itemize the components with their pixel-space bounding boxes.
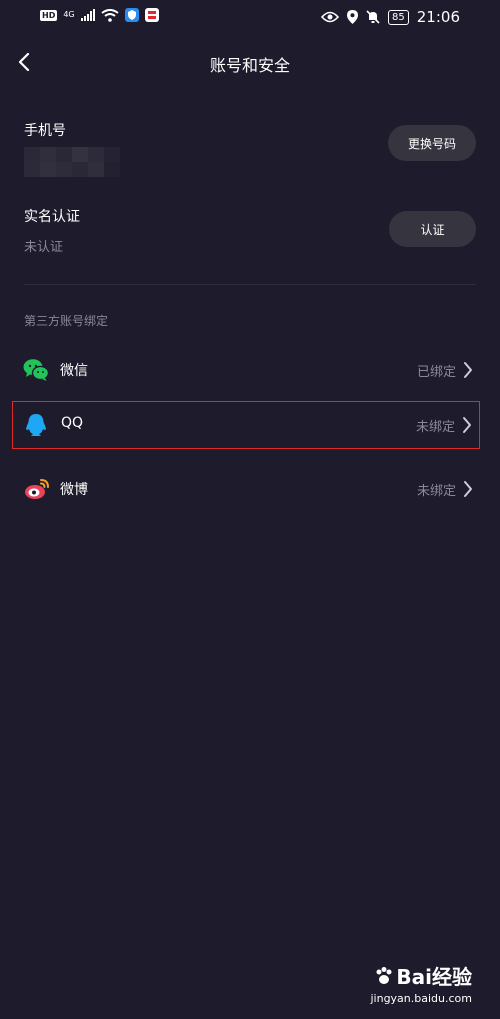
watermark-url: jingyan.baidu.com — [370, 992, 472, 1005]
wifi-icon — [101, 8, 119, 22]
nav-header: 账号和安全 — [0, 40, 500, 84]
signal-icon — [80, 9, 95, 21]
news-app-icon — [144, 8, 159, 22]
network-type: 4G — [63, 10, 75, 19]
bind-name-wechat: 微信 — [60, 363, 88, 379]
battery-indicator: 85 — [388, 9, 409, 25]
location-icon — [347, 10, 359, 24]
account-security-screen: HD 4G 85 21:06 账号和安全 手机号 更换号码 实名认证 未认证 认… — [0, 0, 500, 1019]
eye-icon — [321, 11, 340, 23]
status-right: 85 21:06 — [321, 8, 460, 26]
bind-status-weibo: 未绑定 — [416, 484, 456, 499]
real-name-label: 实名认证 — [24, 209, 80, 225]
bind-status-wechat: 已绑定 — [416, 365, 456, 380]
qq-icon — [26, 414, 46, 436]
paw-icon — [376, 966, 392, 984]
status-left: HD 4G — [40, 8, 159, 22]
bind-row-weibo[interactable]: 微博 未绑定 — [12, 465, 480, 513]
bind-name-weibo: 微博 — [60, 482, 88, 498]
status-bar: HD 4G 85 21:06 — [0, 0, 500, 36]
chevron-right-icon — [463, 417, 471, 433]
wechat-icon — [23, 359, 49, 381]
real-name-status: 未认证 — [24, 240, 64, 255]
bind-row-qq[interactable]: QQ 未绑定 — [12, 401, 480, 449]
bind-status-qq: 未绑定 — [415, 420, 455, 435]
change-number-button[interactable]: 更换号码 — [388, 125, 476, 161]
chevron-right-icon — [464, 362, 472, 378]
phone-number-blurred — [24, 147, 120, 177]
hd-badge: HD — [40, 9, 58, 21]
watermark-logo-text: Bai经验 — [396, 965, 472, 989]
third-party-section-title: 第三方账号绑定 — [24, 314, 109, 328]
watermark-logo: Bai经验 — [370, 961, 472, 990]
status-time: 21:06 — [416, 8, 460, 26]
mute-bell-icon — [366, 10, 380, 24]
weibo-icon — [25, 479, 49, 499]
bind-row-wechat[interactable]: 微信 已绑定 — [12, 346, 480, 394]
verify-button[interactable]: 认证 — [389, 211, 476, 247]
shield-app-icon — [124, 8, 139, 22]
baidu-jingyan-watermark: Bai经验 jingyan.baidu.com — [370, 961, 472, 1005]
page-title: 账号和安全 — [209, 56, 290, 75]
phone-label: 手机号 — [24, 123, 66, 139]
section-divider — [24, 284, 476, 285]
chevron-right-icon — [464, 481, 472, 497]
bind-name-qq: QQ — [61, 415, 84, 431]
